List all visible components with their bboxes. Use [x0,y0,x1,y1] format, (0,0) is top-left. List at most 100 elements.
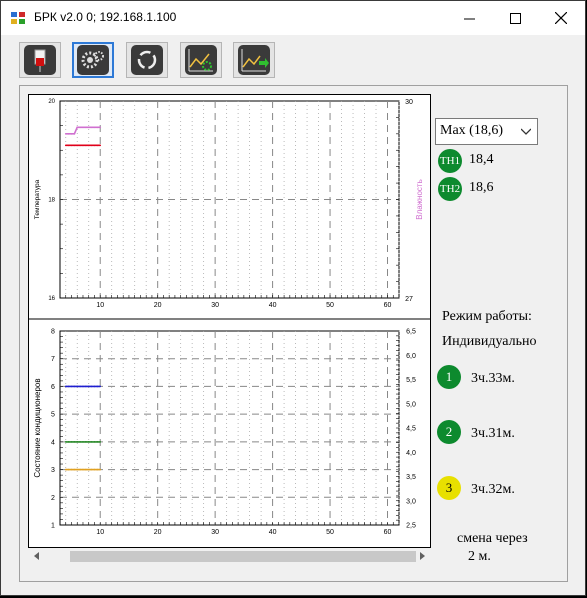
plot-frame [59,330,400,526]
charts-panel: 10 20 30 40 50 60 20 18 16 30 27 Температура Влажнос… [28,94,431,548]
sensor-value-th2: 18,6 [469,180,494,195]
y-tick-label: 1 [51,523,55,530]
minimize-button[interactable] [446,1,492,35]
x-tick-label: 60 [384,529,392,536]
series-point [85,385,87,388]
switch-value: 2 м. [468,549,491,564]
unit-badge-1: 1 [437,365,461,389]
maximize-button[interactable] [492,1,538,35]
unit-badge-3: 3 [437,476,461,500]
horizontal-scrollbar[interactable] [28,548,431,565]
y-tick-label: 5 [51,412,55,419]
y-right-tick-label: 3,0 [406,498,416,505]
series-point [64,385,67,388]
series-point [93,468,96,471]
series-point [76,441,79,443]
series-point [70,144,73,147]
scroll-thumb[interactable] [70,551,416,562]
series-point [82,441,84,443]
series-point [87,468,90,471]
series-point [67,468,70,471]
series-point [79,468,81,471]
series-point [73,144,76,147]
series-point [96,126,99,129]
series-point [70,468,73,471]
series-point [90,144,93,147]
max-select[interactable]: Max (18,6) [435,118,538,145]
series-point [96,441,99,443]
series-point [87,126,90,129]
x-tick-label: 20 [154,302,162,309]
title-bar[interactable]: БРК v2.0 0; 192.168.1.100 [1,1,585,35]
y-right-tick-label: 6,5 [406,329,416,336]
x-tick-label: 50 [326,529,334,536]
gears-icon [77,45,109,75]
y-right-tick-label: 4,5 [406,426,416,433]
series-point [79,441,81,443]
y-right-axis-label: Влажность [415,179,424,220]
x-tick-label: 50 [326,302,334,309]
scroll-right-icon[interactable] [420,552,425,560]
y-right-tick-label: 5,0 [406,401,416,408]
mode-label: Режим работы: [442,309,532,324]
series-point [90,441,93,443]
y-right-tick-label: 2,5 [406,523,416,530]
series-point [79,144,81,147]
y-right-tick-label: 3,5 [406,474,416,481]
series-point [73,133,76,135]
x-tick-label: 10 [96,302,104,309]
settings-button[interactable] [72,42,114,78]
mode-value: Индивидуально [442,334,537,349]
series-point [93,385,96,388]
x-tick-label: 30 [211,529,219,536]
y-right-tick-label: 6,0 [406,353,416,360]
close-button[interactable] [538,1,584,35]
unit-time-1: 3ч.33м. [471,371,515,386]
series-point [82,126,84,129]
y-right-tick-label: 4,0 [406,450,416,457]
series-point [76,385,79,388]
series-point [87,385,90,388]
series-point [67,441,70,443]
max-select-value: Max (18,6) [440,123,503,138]
series-point [67,133,70,135]
device-button[interactable] [19,42,61,78]
series-point [99,385,102,388]
chart-settings-icon [185,45,217,75]
series-point [85,441,87,443]
series-point [79,126,81,129]
chevron-down-icon [521,128,531,135]
charts-canvas: 10 20 30 40 50 602018163027Температура Влажнос… [29,99,430,536]
series-point [70,133,73,135]
scroll-left-icon[interactable] [34,552,39,560]
y-right-tick-label: 27 [405,296,413,303]
series-point [73,468,76,471]
unit-badge-2: 2 [437,420,461,444]
series-point [70,385,73,388]
series-point [82,468,84,471]
x-tick-label: 40 [269,529,277,536]
app-window: БРК v2.0 0; 192.168.1.100 10 20 30 40 50… [0,0,586,596]
y-tick-label: 20 [48,99,55,105]
y-tick-label: 8 [51,329,55,336]
series-point [96,144,99,147]
series-point [82,385,84,388]
sensor-badge-th2: TH2 [438,177,462,201]
chart-settings-button[interactable] [180,42,222,78]
series-point [73,385,76,388]
series-point [79,385,81,388]
chart-export-button[interactable] [233,42,275,78]
series-point [76,126,79,129]
y-tick-label: 2 [51,495,55,502]
x-tick-label: 30 [211,302,219,309]
series-point [90,468,93,471]
series-point [99,468,102,471]
series-point [76,468,79,471]
cycle-button[interactable] [126,42,168,78]
series-point [87,144,90,147]
series-point [64,468,67,471]
y-tick-label: 6 [51,384,55,391]
series-point [99,126,102,129]
y-right-tick-label: 30 [405,99,413,106]
series-point [99,144,102,147]
